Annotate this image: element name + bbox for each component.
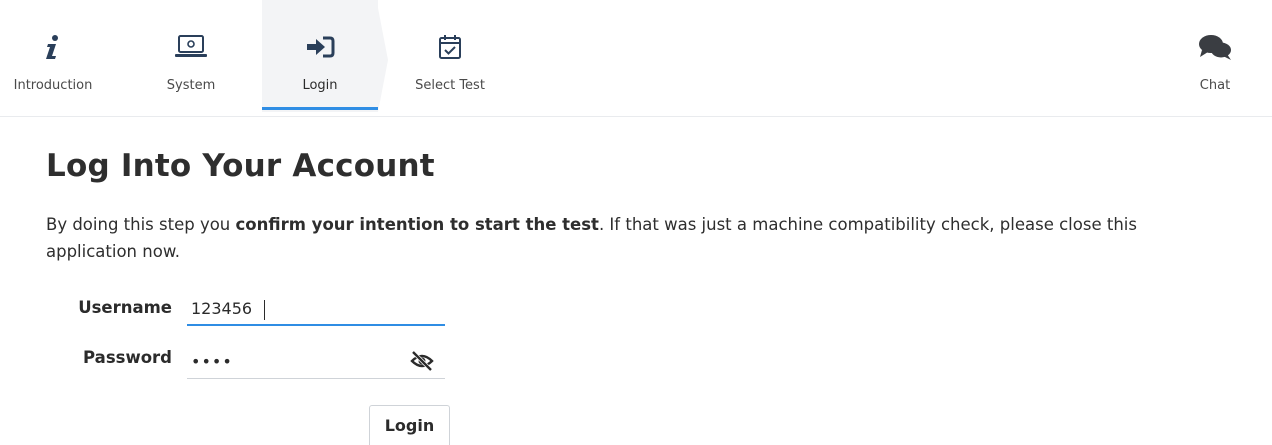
- step-introduction[interactable]: Introduction: [0, 0, 106, 112]
- step-system-label: System: [166, 78, 216, 93]
- login-button[interactable]: Login: [369, 405, 450, 445]
- step-introduction-label: Introduction: [13, 78, 93, 93]
- page-title: Log Into Your Account: [46, 148, 435, 184]
- login-instructions: By doing this step you confirm your inte…: [46, 211, 1226, 265]
- username-label: Username: [78, 298, 172, 317]
- instructions-prefix: By doing this step you: [46, 215, 236, 234]
- password-field[interactable]: [187, 345, 445, 379]
- chat-bubbles-icon: [1195, 32, 1235, 62]
- eye-slash-icon[interactable]: [410, 350, 434, 372]
- username-field[interactable]: [187, 292, 445, 326]
- text-caret: [264, 300, 265, 320]
- laptop-icon: [171, 32, 211, 62]
- step-select-test-label: Select Test: [415, 78, 485, 93]
- instructions-emphasis: confirm your intention to start the test: [235, 215, 599, 234]
- password-label: Password: [83, 348, 172, 367]
- step-arrow: [378, 8, 388, 112]
- sign-in-icon: [300, 32, 340, 62]
- step-navigation: Introduction System Login Select Test Ch…: [0, 0, 1272, 117]
- calendar-check-icon: [430, 32, 470, 62]
- chat-button[interactable]: Chat: [1180, 0, 1250, 112]
- step-login-label: Login: [302, 78, 338, 93]
- info-icon: [33, 32, 73, 62]
- active-step-indicator: [262, 107, 378, 110]
- step-login[interactable]: Login: [262, 0, 378, 112]
- step-select-test[interactable]: Select Test: [390, 0, 510, 112]
- chat-label: Chat: [1199, 78, 1231, 93]
- step-system[interactable]: System: [132, 0, 250, 112]
